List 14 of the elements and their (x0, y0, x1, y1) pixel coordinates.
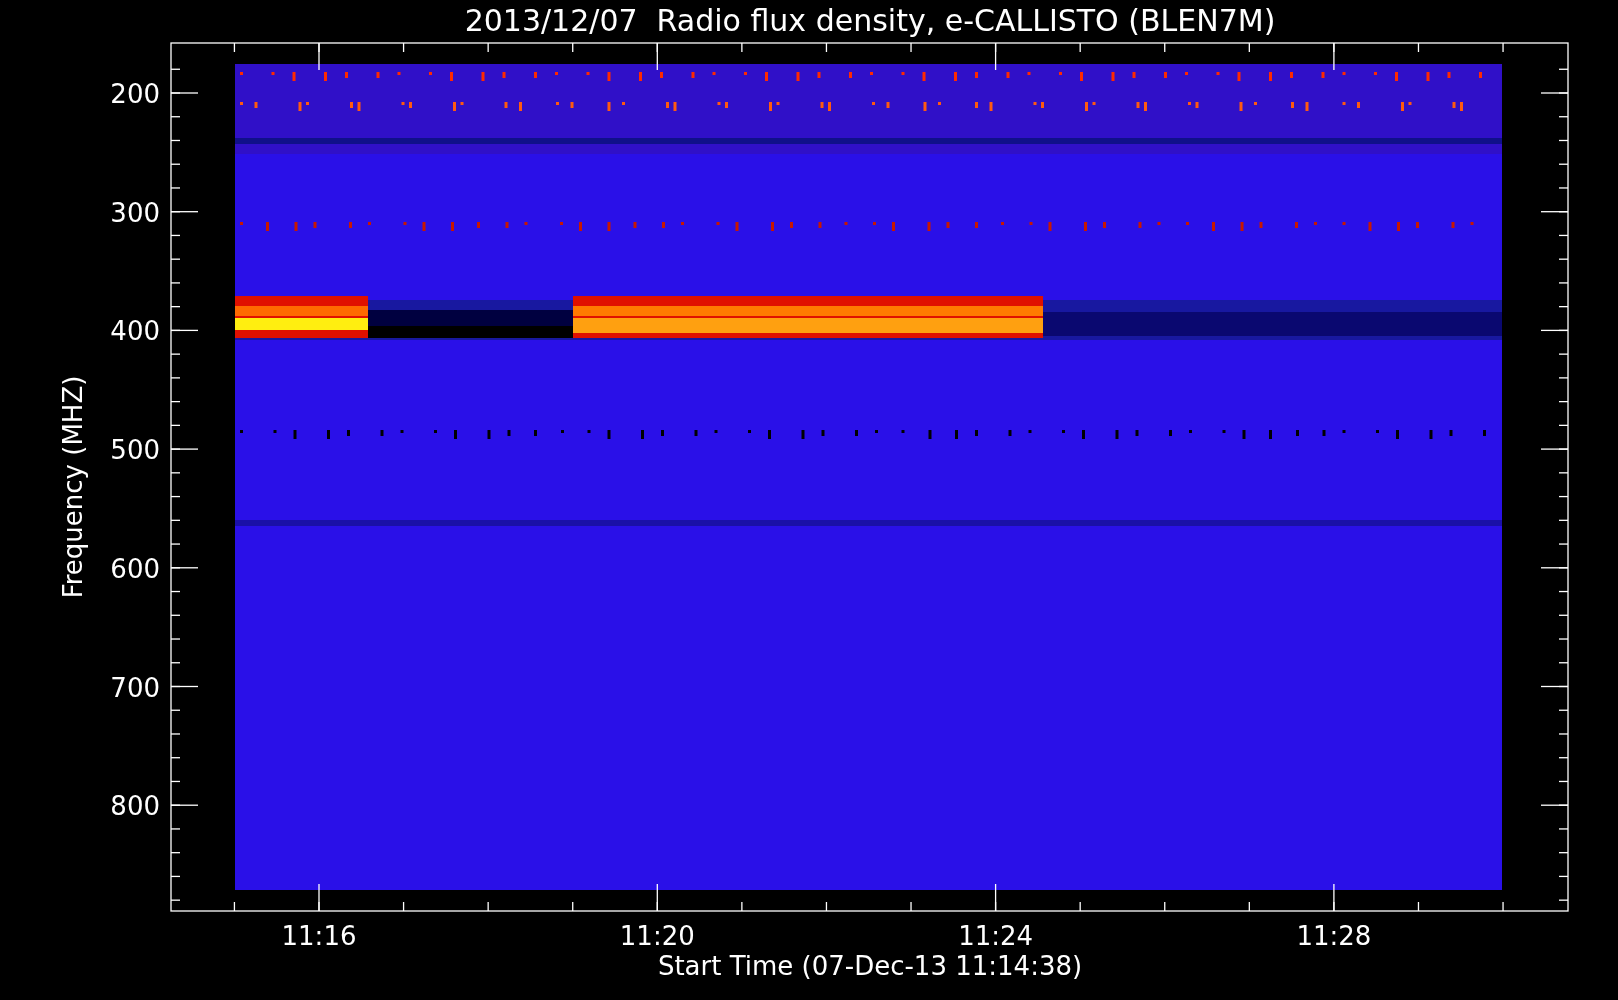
tick-label: 300 (110, 197, 160, 228)
tick-label: 400 (110, 316, 160, 347)
plot-title: 2013/12/07 Radio flux density, e-CALLISTO (BLEN7M) (464, 3, 1276, 38)
axis-label: Start Time (07-Dec-13 11:14:38) (657, 951, 1083, 981)
axis-label: Frequency (MHZ) (58, 375, 88, 599)
tick-label: 200 (110, 79, 160, 109)
tick-label: 700 (110, 672, 160, 703)
tick-label: 11:24 (958, 921, 1034, 951)
tick-label: 500 (110, 435, 160, 466)
tick-label: 11:20 (619, 921, 695, 951)
tick-label: 800 (110, 791, 160, 822)
tick-label: 600 (110, 553, 160, 584)
tick-label: 11:28 (1296, 921, 1372, 951)
tick-label: 11:16 (281, 921, 357, 951)
